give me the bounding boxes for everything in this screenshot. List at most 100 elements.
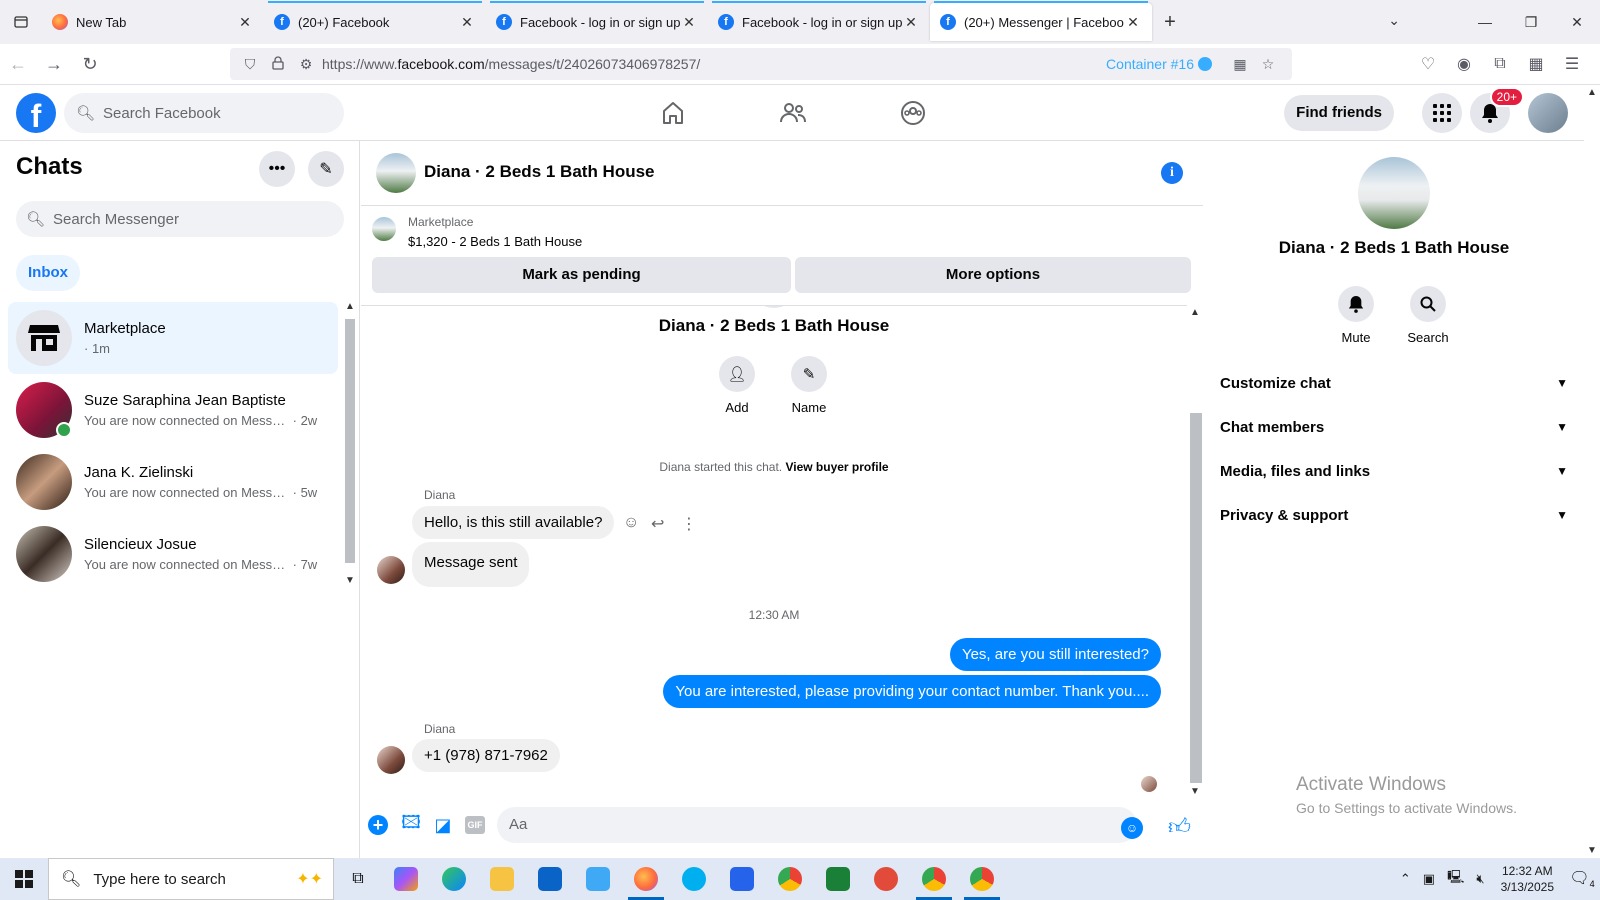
copilot-icon[interactable] [382, 858, 430, 900]
chat-members-section[interactable]: Chat members ▼ [1212, 405, 1576, 449]
scroll-down-icon[interactable]: ▼ [1190, 786, 1200, 797]
container-label[interactable]: Container #16 [1106, 56, 1194, 72]
shield-icon[interactable]: ⛉ [238, 56, 262, 73]
incoming-message[interactable]: Message sent [412, 542, 530, 587]
home-nav-icon[interactable] [617, 85, 729, 141]
scroll-up-icon[interactable]: ▲ [1587, 87, 1597, 98]
notifications-bell-icon[interactable]: 20+ [1470, 87, 1524, 133]
more-options-icon[interactable]: ••• [259, 151, 295, 187]
mark-as-pending-button[interactable]: Mark as pending [372, 257, 791, 293]
notification-center-icon[interactable]: 🗨︎4 [1564, 868, 1600, 889]
profile-avatar[interactable] [1528, 93, 1568, 133]
plus-icon[interactable]: + [368, 815, 388, 835]
more-options-button[interactable]: More options [795, 257, 1191, 293]
scrollbar-thumb[interactable] [1190, 413, 1202, 783]
view-buyer-profile-link[interactable]: View buyer profile [785, 460, 888, 474]
listing-title[interactable]: $1,320 - 2 Beds 1 Bath House [408, 234, 582, 249]
reload-icon[interactable]: ↻ [72, 48, 108, 80]
task-view-icon[interactable]: ⧉ [334, 858, 382, 900]
browser-tab[interactable]: f (20+) Facebook ✕ [264, 1, 486, 41]
lock-icon[interactable] [266, 55, 290, 73]
info-icon[interactable]: i [1161, 162, 1183, 184]
extensions-icon[interactable]: ⧉ [1482, 48, 1518, 80]
mute-button[interactable]: Mute [1326, 286, 1386, 345]
incoming-message[interactable]: Hello, is this still available? [412, 506, 615, 539]
thumbs-up-icon[interactable]: 👍︎ [1168, 813, 1191, 840]
close-icon[interactable]: ✕ [236, 14, 254, 31]
scroll-down-icon[interactable]: ▼ [1587, 845, 1597, 856]
friends-nav-icon[interactable] [737, 85, 849, 141]
scroll-down-icon[interactable]: ▼ [345, 575, 355, 586]
outlook-icon[interactable] [526, 858, 574, 900]
qr-code-icon[interactable]: ▦ [1228, 56, 1252, 73]
browser-tab[interactable]: f Facebook - log in or sign up ✕ [486, 1, 708, 41]
bookmark-star-icon[interactable]: ☆ [1256, 56, 1280, 73]
photo-icon[interactable]: 🖾︎ [399, 812, 423, 837]
scrollbar-thumb[interactable] [345, 319, 355, 563]
more-vertical-icon[interactable]: ⋮ [681, 514, 697, 534]
outgoing-message[interactable]: You are interested, please providing you… [663, 675, 1161, 708]
scroll-up-icon[interactable]: ▲ [345, 301, 355, 312]
privacy-support-section[interactable]: Privacy & support ▼ [1212, 493, 1576, 537]
app-w-icon[interactable] [574, 858, 622, 900]
close-icon[interactable]: ✕ [1124, 14, 1142, 31]
name-chat-button[interactable]: ✎ Name [779, 356, 839, 415]
meet-icon[interactable]: ▣ [1423, 871, 1435, 887]
reply-icon[interactable]: ↩ [651, 514, 664, 534]
skype-icon[interactable] [670, 858, 718, 900]
message-input[interactable]: Aa [497, 807, 1137, 843]
containers-icon[interactable]: ▦ [1518, 48, 1554, 80]
chat-item[interactable]: Silencieux Josue You are now connected o… [8, 518, 338, 590]
chrome-profile-icon[interactable] [910, 858, 958, 900]
browser-tab[interactable]: New Tab ✕ [42, 3, 264, 41]
volume-muted-icon[interactable]: 🔇︎ [1476, 871, 1484, 887]
facebook-logo[interactable]: f [16, 93, 56, 134]
back-icon[interactable]: ← [0, 48, 36, 80]
listing-thumbnail[interactable] [372, 217, 396, 241]
add-people-button[interactable]: 👤︎ Add [707, 356, 767, 415]
close-icon[interactable]: ✕ [902, 14, 920, 31]
chat-item[interactable]: Jana K. Zielinski You are now connected … [8, 446, 338, 518]
firefox-taskbar-icon[interactable] [622, 858, 670, 900]
chat-item-marketplace[interactable]: Marketplace · 1m [8, 302, 338, 374]
chat-item[interactable]: Suze Saraphina Jean Baptiste You are now… [8, 374, 338, 446]
permissions-icon[interactable]: ⚙ [294, 56, 318, 73]
chevron-down-icon[interactable]: ⌄ [1388, 12, 1400, 29]
close-icon[interactable]: ✕ [680, 14, 698, 31]
outgoing-message[interactable]: Yes, are you still interested? [949, 638, 1161, 671]
inbox-tab[interactable]: Inbox [16, 255, 80, 291]
close-window-icon[interactable]: ✕ [1554, 0, 1600, 44]
account-icon[interactable]: ◉ [1446, 48, 1482, 80]
green-app-icon[interactable] [814, 858, 862, 900]
windows-start-icon[interactable] [0, 858, 48, 900]
network-icon[interactable]: 🖳︎ [1447, 868, 1464, 890]
paint-icon[interactable] [862, 858, 910, 900]
system-clock[interactable]: 12:32 AM 3/13/2025 [1501, 863, 1554, 895]
edge-icon[interactable] [430, 858, 478, 900]
minimize-icon[interactable]: — [1462, 0, 1508, 44]
scroll-up-icon[interactable]: ▲ [1190, 307, 1200, 318]
conversation-avatar[interactable] [376, 153, 416, 193]
conversation-title[interactable]: Diana · 2 Beds 1 Bath House [424, 162, 655, 182]
react-emoji-icon[interactable]: ☺ [623, 514, 639, 532]
compose-icon[interactable]: ✎ [308, 151, 344, 187]
incoming-message[interactable]: +1 (978) 871-7962 [412, 739, 560, 772]
chevron-up-icon[interactable]: ⌃ [1400, 871, 1411, 887]
address-bar[interactable]: ⛉ ⚙ https://www.facebook.com/messages/t/… [230, 48, 1292, 80]
browser-tab[interactable]: f Facebook - log in or sign up ✕ [708, 1, 930, 41]
taskbar-search-input[interactable]: 🔍︎ Type here to search ✦✦ [48, 858, 334, 900]
arc-icon[interactable] [718, 858, 766, 900]
conversation-avatar-large[interactable] [1358, 157, 1430, 229]
file-explorer-icon[interactable] [478, 858, 526, 900]
chrome-profile-icon[interactable] [958, 858, 1006, 900]
tab-list-icon[interactable] [0, 0, 42, 44]
browser-tab-active[interactable]: f (20+) Messenger | Facebook ✕ [930, 1, 1152, 41]
gif-icon[interactable]: GIF [465, 816, 485, 834]
close-icon[interactable]: ✕ [458, 14, 476, 31]
page-scrollbar[interactable]: ▲ ▼ [1584, 85, 1600, 858]
url-text[interactable]: https://www.facebook.com/messages/t/2402… [322, 56, 1106, 72]
facebook-search-input[interactable]: 🔍︎ Search Facebook [64, 93, 344, 133]
chat-list-scrollbar[interactable]: ▲ ▼ [342, 301, 358, 586]
groups-nav-icon[interactable] [857, 85, 969, 141]
message-scrollbar[interactable]: ▲ ▼ [1187, 305, 1203, 799]
